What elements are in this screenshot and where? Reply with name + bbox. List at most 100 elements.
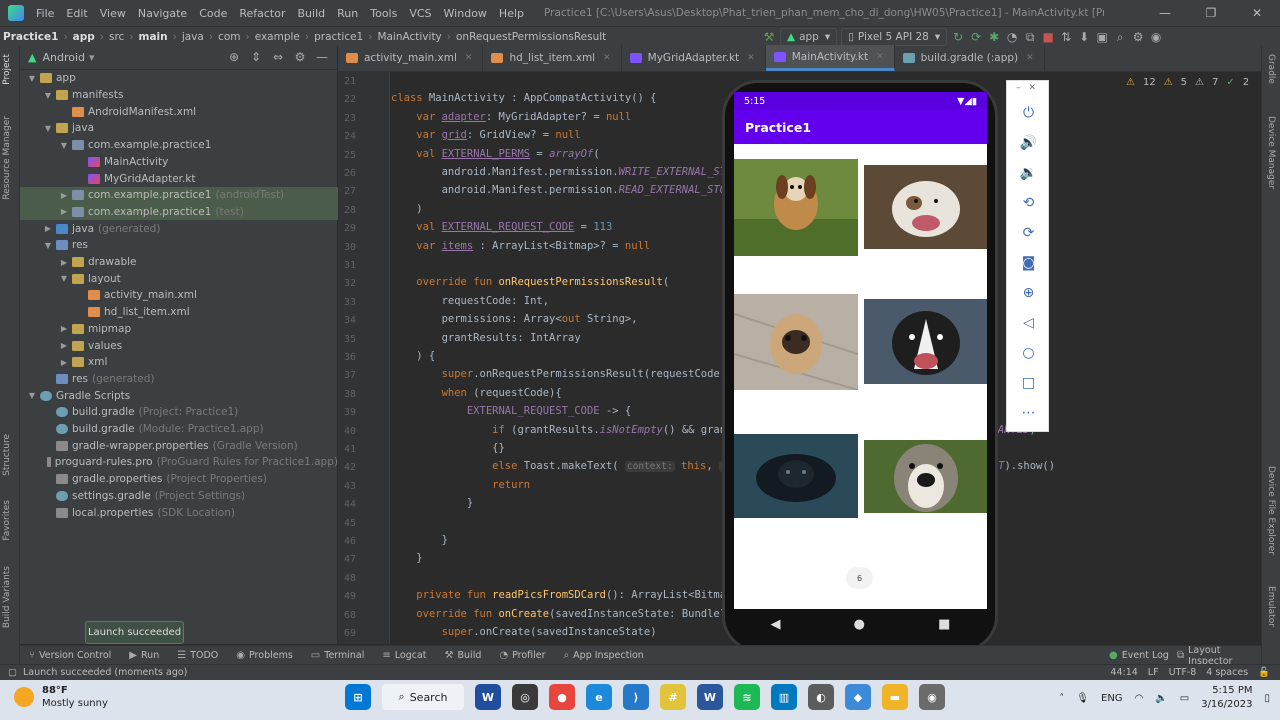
chevron-right-icon[interactable]: ▶ [58,324,70,333]
chevron-right-icon[interactable]: ▶ [42,224,54,233]
editor-tab[interactable]: activity_main.xml ✕ [338,45,484,71]
tree-item[interactable]: ▶ com.example.practice1 (androidTest) [20,186,338,204]
home-icon[interactable]: ○ [1007,345,1050,361]
lock-icon[interactable]: 🔓 [1258,667,1270,678]
menu-file[interactable]: File [30,7,60,20]
close-tab-icon[interactable]: ✕ [603,53,611,63]
tree-item[interactable]: ▶ mipmap [20,321,338,338]
tree-item[interactable]: ▼ manifests [20,87,338,104]
tool-app-inspection[interactable]: ⌕ App Inspection [555,650,653,661]
device-select[interactable]: ▯ Pixel 5 API 28 ▾ [841,28,948,46]
gear-icon[interactable]: ⚙ [291,50,309,64]
tree-item[interactable]: ▼ res [20,237,338,254]
tree-item[interactable]: gradle.properties (Project Properties) [20,471,338,488]
chevron-right-icon[interactable]: ▶ [58,358,70,367]
breadcrumb-item[interactable]: com [215,31,243,43]
tool-device-file-explorer[interactable]: Device File Explorer [1266,466,1276,555]
back-icon[interactable]: ◀ [771,617,781,632]
start-icon[interactable]: ⊞ [345,684,371,710]
indent-setting[interactable]: 4 spaces [1206,667,1248,678]
chevron-down-icon[interactable]: ▼ [42,124,54,133]
editor-tab[interactable]: MyGridAdapter.kt ✕ [622,45,766,71]
minimize-icon[interactable]: — [1142,0,1188,26]
chevron-up-icon[interactable]: ˄ [1059,693,1064,704]
menu-help[interactable]: Help [493,7,530,20]
sync-gradle-icon[interactable]: ⇅ [1057,30,1075,44]
tool-gradle[interactable]: Gradle [1266,54,1276,84]
more-icon[interactable]: ⋯ [1007,405,1050,421]
hammer-icon[interactable]: ⚒ [760,30,778,44]
tool-version-control[interactable]: ⑂ Version Control [20,650,120,661]
tree-item[interactable]: res (generated) [20,371,338,388]
language-indicator[interactable]: ENG [1101,693,1123,704]
tree-item[interactable]: ▶ drawable [20,254,338,271]
tool-favorites[interactable]: Favorites [2,500,12,541]
menu-run[interactable]: Run [331,7,364,20]
tree-item[interactable]: MyGridAdapter.kt [20,170,338,187]
tree-item[interactable]: ▼ java [20,120,338,137]
grid-image-dog-running[interactable] [734,159,858,256]
breadcrumb-item[interactable]: main [136,31,171,43]
close-tab-icon[interactable]: ✕ [465,53,473,63]
notification-icon[interactable]: ▯ [1264,693,1270,704]
editor-tab[interactable]: build.gradle (:app) ✕ [895,45,1045,71]
chevron-down-icon[interactable]: ▼ [42,91,54,100]
inspection-widget[interactable]: ⚠ 12 ⚠ 5 ⚠ 7 ✓ 2 [1126,72,1249,92]
obs-icon[interactable]: ◉ [919,684,945,710]
breadcrumb-item[interactable]: onRequestPermissionsResult [453,31,609,43]
menu-build[interactable]: Build [292,7,332,20]
locate-icon[interactable]: ⊕ [225,50,243,64]
menu-edit[interactable]: Edit [60,7,93,20]
tree-item[interactable]: ▼ com.example.practice1 [20,137,338,154]
weather-widget[interactable]: 88°F Mostly sunny [14,684,108,710]
chevron-right-icon[interactable]: ▶ [58,191,70,200]
clock[interactable]: 5:15 PM 3/16/2023 [1201,684,1252,712]
tree-item[interactable]: hd_list_item.xml [20,304,338,321]
trello-icon[interactable]: ▥ [771,684,797,710]
chevron-down-icon[interactable]: ▼ [26,74,38,83]
word-app-icon[interactable]: W [475,684,501,710]
chevron-right-icon[interactable]: ▶ [58,258,70,267]
tool-logcat[interactable]: ≡ Logcat [373,650,435,661]
back-icon[interactable]: ◁ [1007,315,1050,331]
tree-item[interactable]: MainActivity [20,154,338,171]
battery-icon[interactable]: ▭ [1180,693,1189,704]
run-config-select[interactable]: ▲ app ▾ [780,28,838,46]
menu-vcs[interactable]: VCS [403,7,437,20]
breadcrumb-item[interactable]: practice1 [311,31,366,43]
tool-profiler[interactable]: ◔ Profiler [490,650,554,661]
word-icon[interactable]: W [697,684,723,710]
edge-icon[interactable]: e [586,684,612,710]
tree-item[interactable]: build.gradle (Project: Practice1) [20,404,338,421]
cursor-position[interactable]: 44:14 [1110,667,1137,678]
chevron-right-icon[interactable]: ▶ [58,341,70,350]
grid-image-border-collie[interactable] [864,299,987,384]
menu-tools[interactable]: Tools [364,7,403,20]
close-tab-icon[interactable]: ✕ [876,52,884,62]
tree-item[interactable]: ▶ java (generated) [20,220,338,237]
expand-all-icon[interactable]: ⇕ [247,50,265,64]
grid-image-black-dog[interactable] [734,434,858,518]
menu-view[interactable]: View [94,7,132,20]
search-icon[interactable]: ⌕ [1111,30,1129,45]
grid-image-pug[interactable] [734,294,858,390]
stop-icon[interactable]: ■ [1039,30,1057,44]
chevron-down-icon[interactable]: ▾ [89,51,95,64]
volume-up-icon[interactable]: 🔊 [1007,135,1050,151]
volume-icon[interactable]: 🔈 [1155,693,1167,704]
device-manager-icon[interactable]: ▣ [1093,30,1111,44]
grid-image-bulldog[interactable] [864,165,987,249]
avatar-icon[interactable]: ◉ [1147,30,1165,44]
hide-icon[interactable]: — [313,50,331,64]
zoom-icon[interactable]: ⊕ [1007,285,1050,301]
chevron-right-icon[interactable]: ▶ [58,207,70,216]
power-icon[interactable]: ⏻ [1007,105,1050,121]
breadcrumb-item[interactable]: Practice1 [0,31,61,43]
chevron-down-icon[interactable]: ▼ [58,141,70,150]
line-separator[interactable]: LF [1148,667,1159,678]
attach-debugger-icon[interactable]: ⧉ [1021,30,1039,45]
breadcrumb-item[interactable]: app [70,31,98,43]
close-tab-icon[interactable]: ✕ [747,53,755,63]
tree-item[interactable]: build.gradle (Module: Practice1.app) [20,421,338,438]
close-tab-icon[interactable]: ✕ [1026,53,1034,63]
